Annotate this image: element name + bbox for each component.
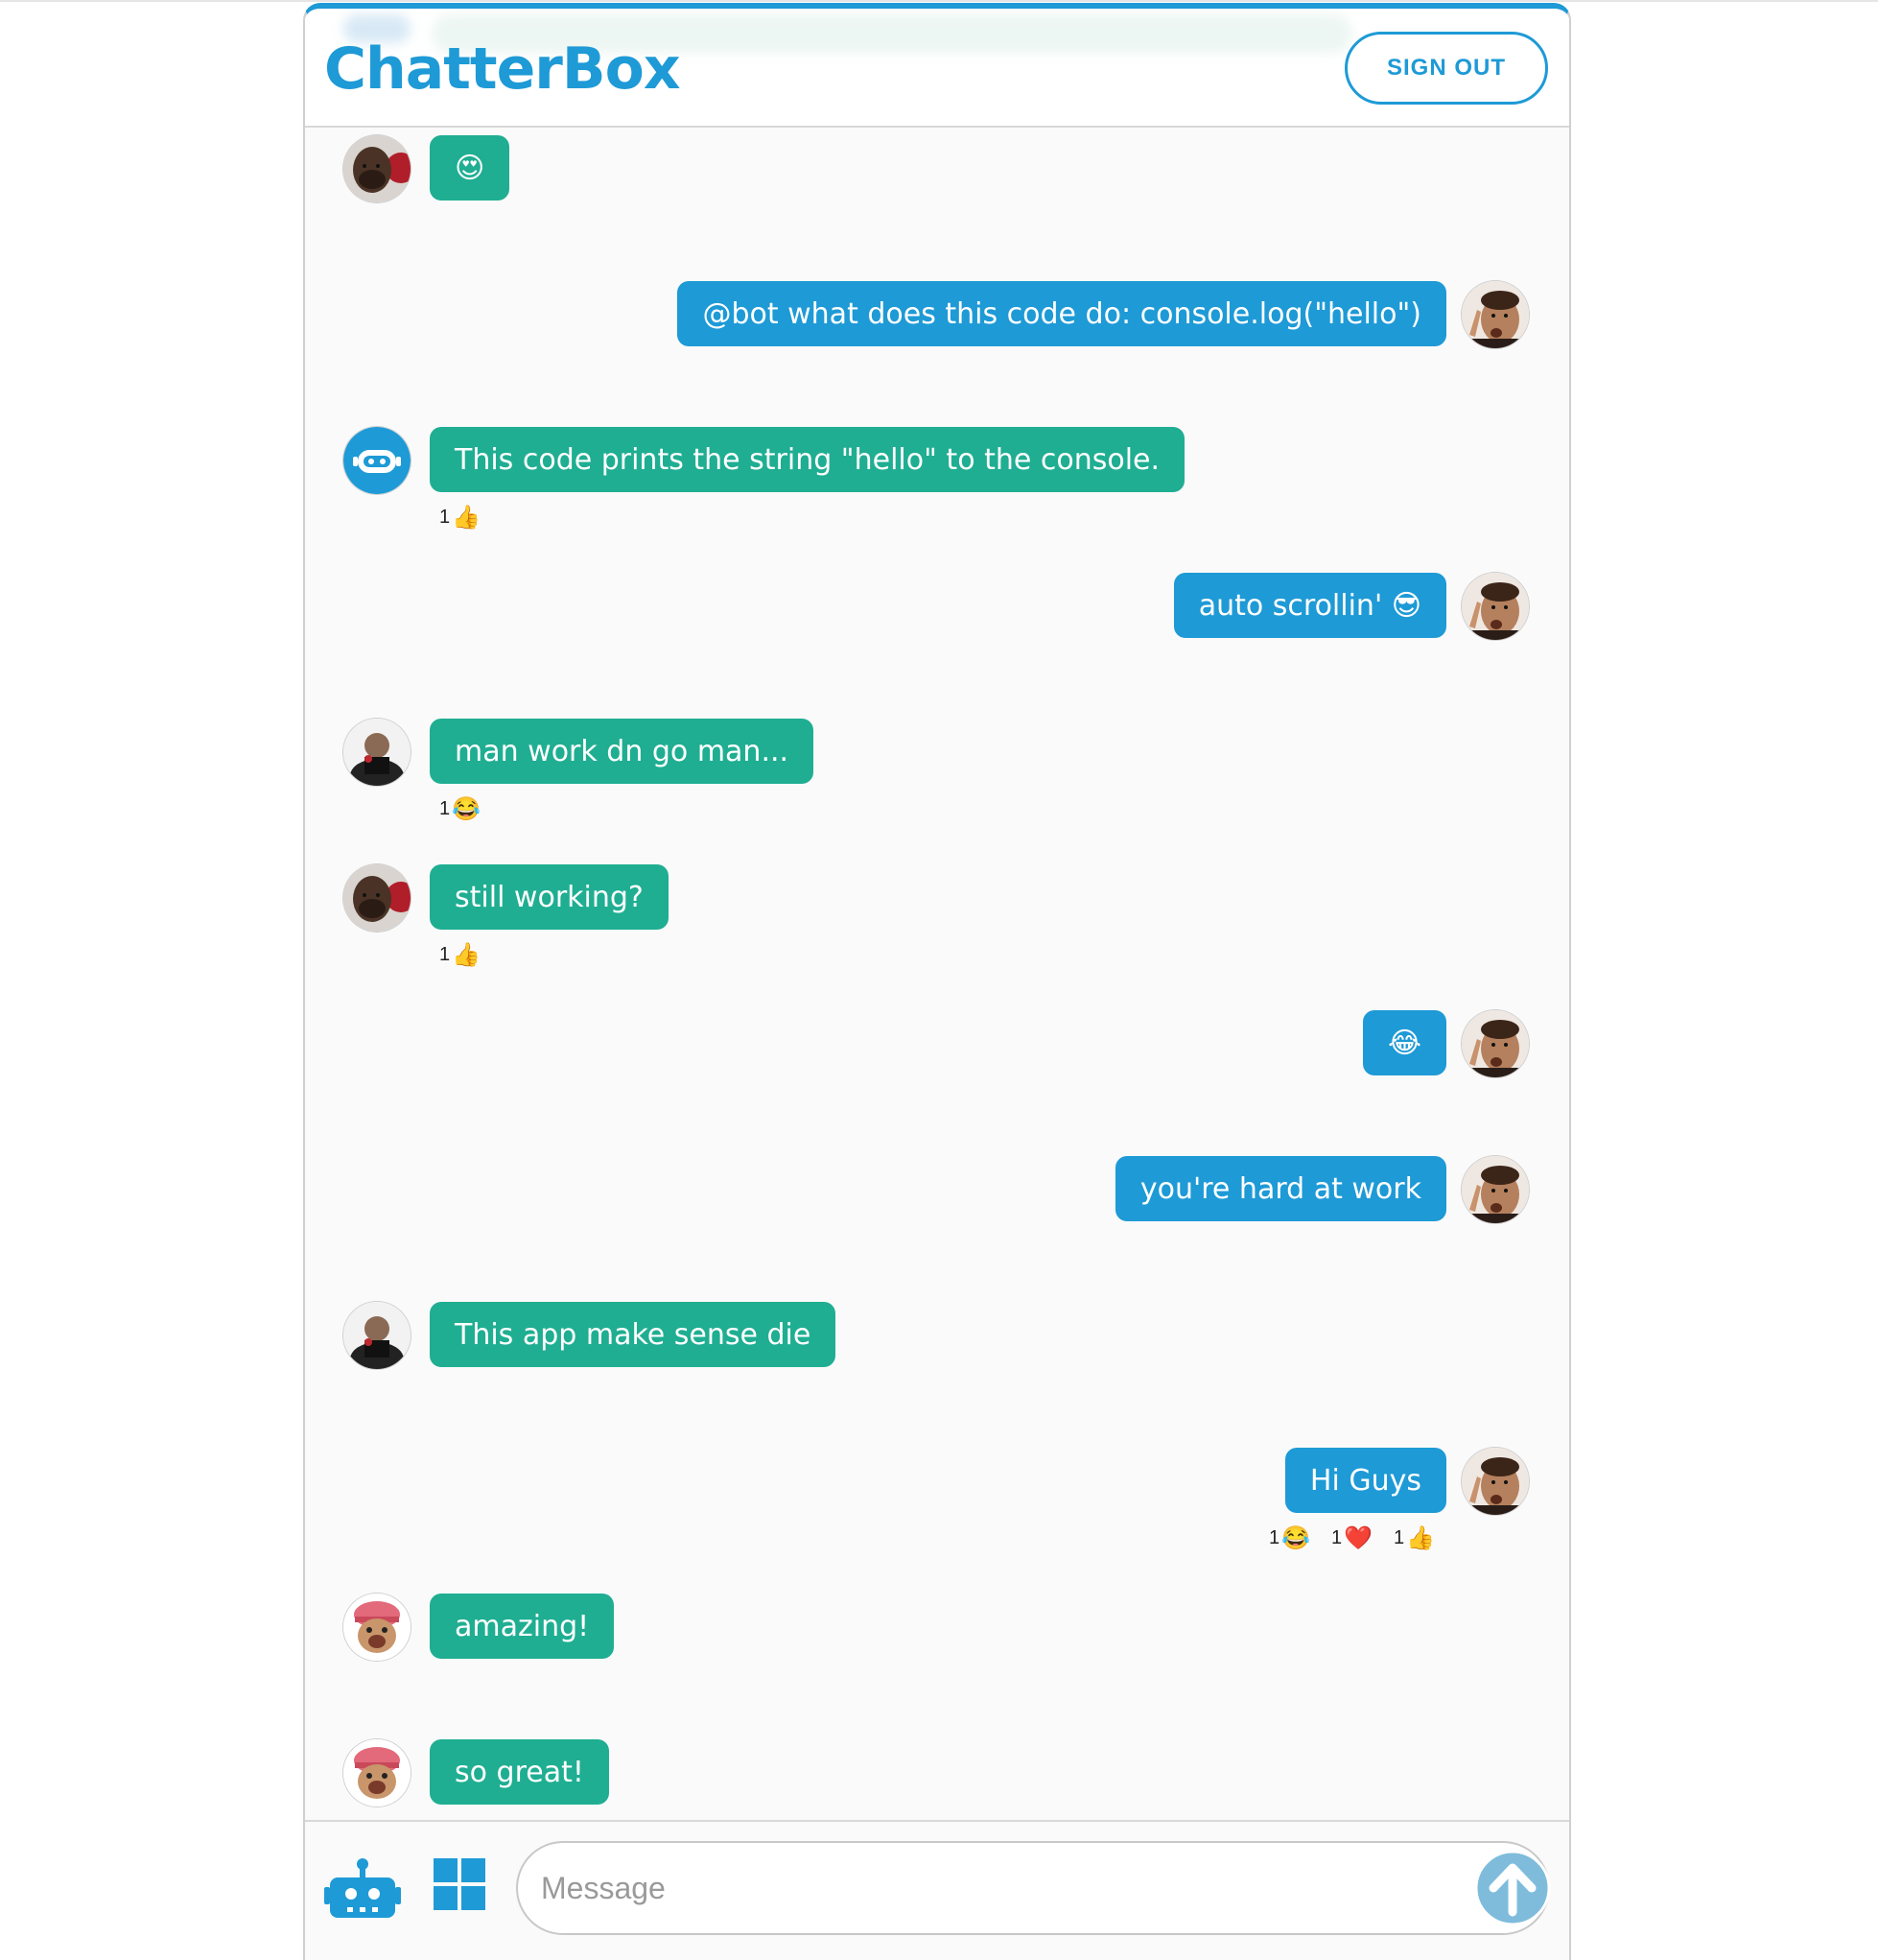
message-row: This code prints the string "hello" to t… [305, 427, 1569, 561]
app-title: ChatterBox [324, 35, 681, 103]
message-bubble[interactable]: 😂 [1362, 1010, 1446, 1075]
app-header: ChatterBox SIGN OUT [305, 9, 1569, 128]
user-photo-avatar[interactable] [1462, 1448, 1529, 1515]
user-photo-avatar[interactable] [1462, 1010, 1529, 1077]
bw-photo-avatar[interactable] [343, 719, 411, 786]
robot-icon[interactable] [324, 1858, 401, 1920]
message-row: 😍 [305, 135, 1569, 270]
reaction-bar: 1 👍 [439, 941, 481, 969]
message-bubble[interactable]: man work dn go man... [430, 719, 814, 784]
message-input[interactable] [516, 1841, 1550, 1935]
bw-photo-avatar[interactable] [343, 1302, 411, 1369]
reaction-count: 1 [439, 507, 451, 528]
chat-app: ChatterBox SIGN OUT 😍 @bot what does this… [303, 3, 1571, 1960]
reaction-emoji: 😂 [452, 796, 481, 822]
message-row: man work dn go man... 1 😂 [305, 719, 1569, 853]
bot-avatar[interactable] [343, 427, 411, 494]
message-bubble[interactable]: auto scrollin' 😎 [1173, 573, 1446, 638]
message-list[interactable]: 😍 @bot what does this code do: console.lo… [305, 128, 1569, 1826]
user-photo-avatar[interactable] [1462, 573, 1529, 640]
message-row: @bot what does this code do: console.log… [305, 281, 1569, 415]
message-row: This app make sense die [305, 1302, 1569, 1436]
reaction-emoji: ❤️ [1344, 1525, 1373, 1551]
reaction-emoji: 👍 [452, 505, 481, 531]
reaction-count: 1 [1268, 1527, 1280, 1548]
reaction-count: 1 [439, 944, 451, 965]
message-row: 😂 [305, 1010, 1569, 1145]
message-bubble[interactable]: This code prints the string "hello" to t… [430, 427, 1185, 492]
message-row: auto scrollin' 😎 [305, 573, 1569, 707]
user-photo-avatar[interactable] [1462, 281, 1529, 348]
message-row: amazing! [305, 1594, 1569, 1728]
browser-top-border [0, 0, 1878, 2]
cartoon-avatar[interactable] [343, 1739, 411, 1807]
reaction-chip[interactable]: 1 👍 [1394, 1524, 1435, 1552]
reaction-bar: 1 👍 [439, 504, 481, 531]
reaction-bar: 1 😂 [439, 795, 481, 823]
message-bubble[interactable]: This app make sense die [430, 1302, 836, 1367]
message-bubble[interactable]: 😍 [430, 135, 510, 201]
reaction-count: 1 [1393, 1527, 1405, 1548]
message-bubble[interactable]: still working? [430, 864, 669, 930]
man-photo-avatar[interactable] [343, 135, 411, 202]
reaction-emoji: 👍 [1406, 1525, 1435, 1551]
user-photo-avatar[interactable] [1462, 1156, 1529, 1223]
message-bubble[interactable]: @bot what does this code do: console.log… [677, 281, 1446, 346]
message-bubble[interactable]: you're hard at work [1115, 1156, 1446, 1221]
man-photo-avatar[interactable] [343, 864, 411, 932]
message-row: Hi Guys 1 😂 1 ❤️ 1 👍 [305, 1448, 1569, 1582]
arrow-up-circle-icon[interactable] [1473, 1849, 1552, 1927]
reaction-count: 1 [439, 798, 451, 819]
message-row: you're hard at work [305, 1156, 1569, 1290]
reaction-chip[interactable]: 1 👍 [439, 504, 481, 531]
message-bubble[interactable]: amazing! [430, 1594, 615, 1659]
reaction-chip[interactable]: 1 👍 [439, 941, 481, 969]
message-bubble[interactable]: so great! [430, 1739, 609, 1805]
cartoon-avatar[interactable] [343, 1594, 411, 1661]
composer-bar [305, 1820, 1569, 1960]
reaction-emoji: 👍 [452, 942, 481, 968]
reaction-count: 1 [1330, 1527, 1343, 1548]
reaction-chip[interactable]: 1 ❤️ [1331, 1524, 1373, 1552]
message-bubble[interactable]: Hi Guys [1284, 1448, 1446, 1513]
reaction-bar: 1 😂 1 ❤️ 1 👍 [1269, 1524, 1435, 1552]
reaction-chip[interactable]: 1 😂 [439, 795, 481, 823]
reaction-chip[interactable]: 1 😂 [1269, 1524, 1310, 1552]
message-row: so great! [305, 1739, 1569, 1826]
windows-grid-icon[interactable] [434, 1858, 485, 1910]
reaction-emoji: 😂 [1281, 1525, 1310, 1551]
message-row: still working? 1 👍 [305, 864, 1569, 999]
sign-out-button[interactable]: SIGN OUT [1345, 32, 1548, 105]
